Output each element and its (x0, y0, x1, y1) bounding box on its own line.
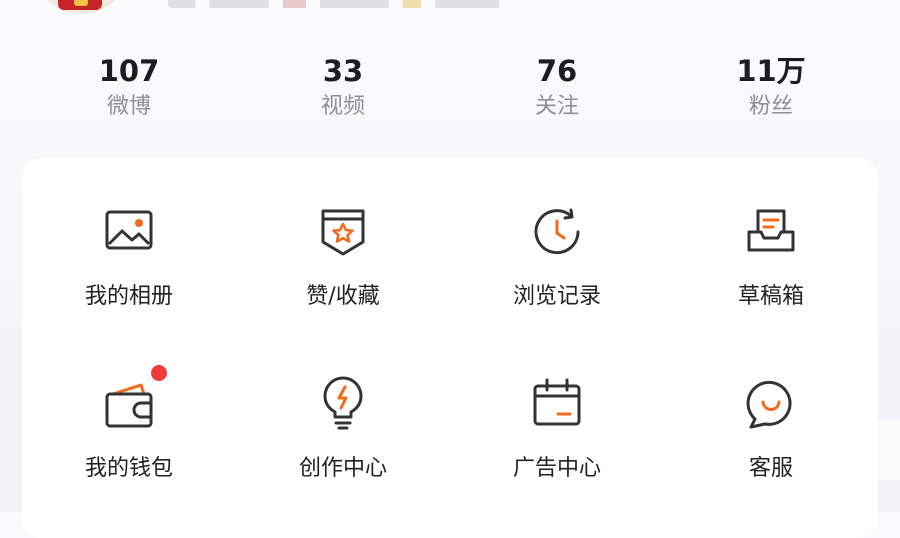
stat-label: 关注 (534, 94, 579, 119)
stat-label: 视频 (320, 94, 365, 119)
menu-label: 浏览记录 (512, 284, 601, 309)
menu-likes-favorites[interactable]: 赞/收藏 (236, 158, 450, 309)
menu-customer-service[interactable]: 客服 (664, 330, 878, 481)
feature-grid-card: 我的相册 赞/收藏 浏览记录 草稿箱 我的钱包 创作中心 广告中心 客服 (22, 158, 878, 538)
menu-creator-center[interactable]: 创作中心 (236, 330, 450, 481)
menu-label: 我的相册 (84, 284, 173, 309)
lightbulb-icon (313, 374, 373, 434)
stat-value: 107 (98, 54, 160, 88)
menu-label: 赞/收藏 (306, 284, 380, 309)
wallet-icon (99, 374, 159, 434)
menu-browse-history[interactable]: 浏览记录 (450, 158, 664, 309)
avatar[interactable] (34, 0, 128, 14)
menu-label: 创作中心 (298, 456, 387, 481)
menu-label: 草稿箱 (737, 284, 804, 309)
star-bookmark-icon (313, 202, 373, 262)
stat-value: 11万 (736, 54, 806, 88)
stat-label: 粉丝 (748, 94, 793, 119)
menu-my-album[interactable]: 我的相册 (22, 158, 236, 309)
menu-label: 广告中心 (512, 456, 601, 481)
stat-following[interactable]: 76 关注 (467, 50, 647, 124)
draft-box-icon (741, 202, 801, 262)
stat-followers[interactable]: 11万 粉丝 (681, 50, 861, 124)
menu-label: 客服 (748, 456, 793, 481)
chat-smile-icon (741, 374, 801, 434)
photo-album-icon (99, 202, 159, 262)
menu-ad-center[interactable]: 广告中心 (450, 330, 664, 481)
profile-header-partial (0, 0, 900, 14)
profile-bio-cutoff (168, 0, 628, 8)
menu-label: 我的钱包 (84, 456, 173, 481)
stat-videos[interactable]: 33 视频 (253, 50, 433, 124)
profile-stats: 107 微博 33 视频 76 关注 11万 粉丝 (22, 50, 878, 140)
stat-value: 33 (322, 54, 364, 88)
stat-value: 76 (536, 54, 578, 88)
stat-posts[interactable]: 107 微博 (39, 50, 219, 124)
wallet-notification-dot (151, 365, 167, 381)
right-edge-fade (878, 420, 900, 480)
menu-drafts[interactable]: 草稿箱 (664, 158, 878, 309)
calendar-ad-icon (527, 374, 587, 434)
menu-my-wallet[interactable]: 我的钱包 (22, 330, 236, 481)
history-clock-icon (527, 202, 587, 262)
stat-label: 微博 (106, 94, 151, 119)
avatar-hat-trim (74, 0, 88, 6)
